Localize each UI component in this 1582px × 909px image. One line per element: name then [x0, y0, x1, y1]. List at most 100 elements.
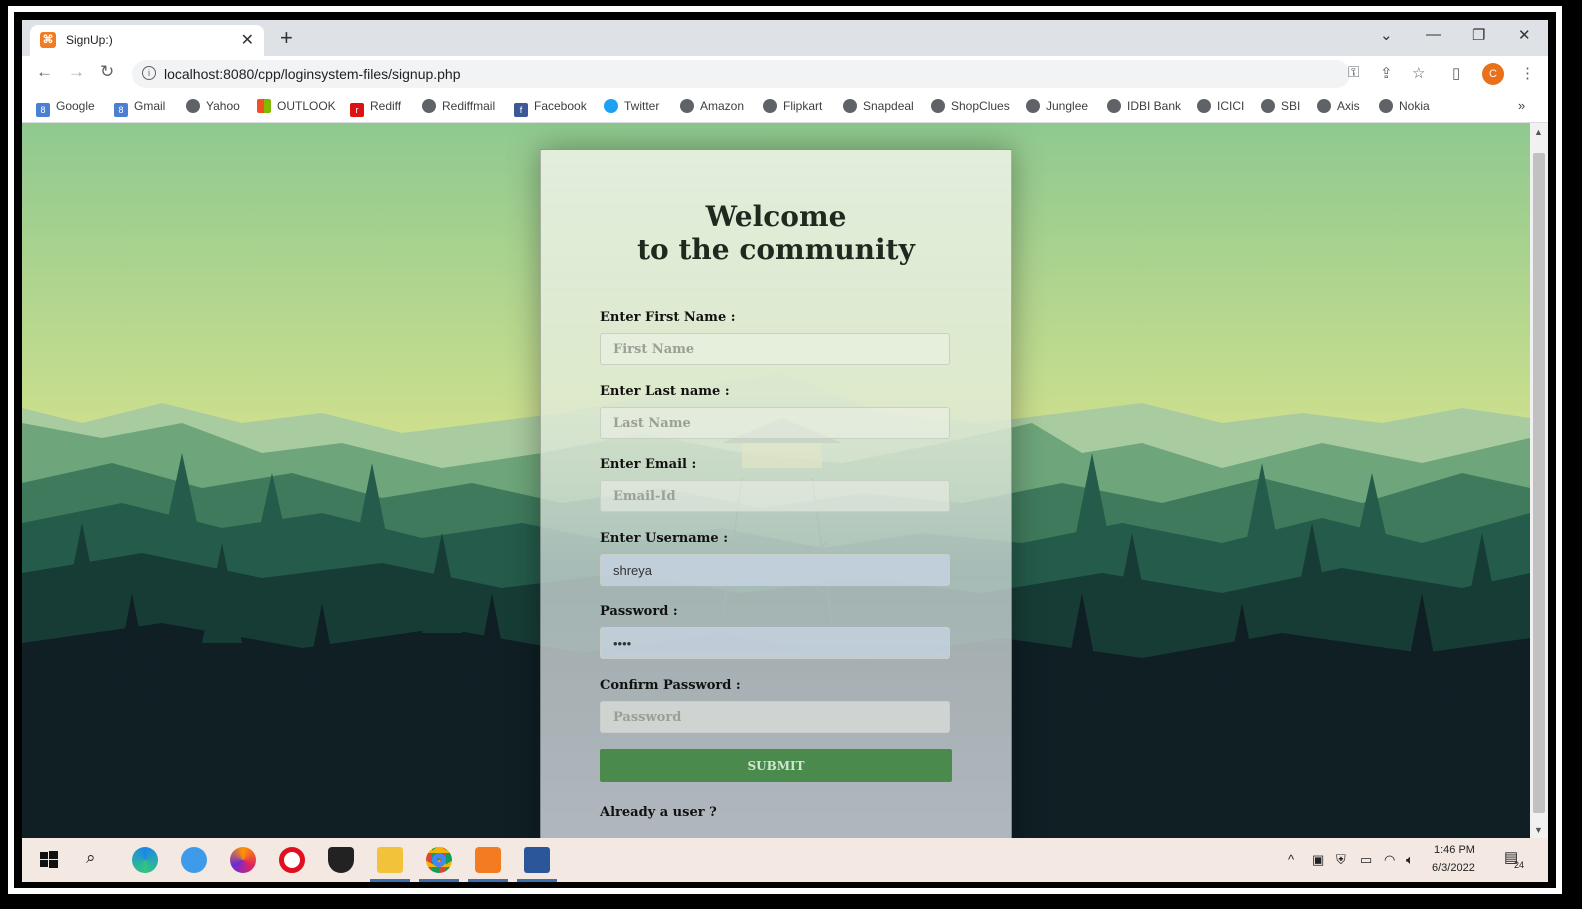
reload-icon[interactable]: ↻: [100, 62, 114, 82]
already-user-link[interactable]: Already a user ?: [600, 805, 717, 820]
globe-icon: [931, 99, 945, 113]
password-input[interactable]: [600, 627, 950, 659]
globe-icon: [1379, 99, 1393, 113]
scroll-up-icon[interactable]: ▲: [1534, 127, 1543, 137]
menu-icon[interactable]: ⋮: [1520, 64, 1535, 82]
bookmark-facebook[interactable]: f Facebook: [514, 99, 587, 117]
first-name-label: Enter First Name :: [600, 310, 736, 325]
xampp-icon[interactable]: [475, 847, 501, 873]
site-info-icon[interactable]: i: [142, 66, 156, 80]
bookmark-amazon[interactable]: Amazon: [680, 99, 744, 113]
show-hidden-icons-icon[interactable]: ^: [1288, 852, 1294, 867]
clock-time[interactable]: 1:46 PM: [1434, 844, 1475, 856]
search-icon[interactable]: ⌕: [86, 848, 96, 868]
bookmark-google[interactable]: 8 Google: [36, 99, 95, 117]
scroll-down-icon[interactable]: ▼: [1534, 825, 1543, 835]
bookmark-junglee[interactable]: Junglee: [1026, 99, 1088, 113]
bookmark-twitter[interactable]: Twitter: [604, 99, 659, 113]
google-icon: 8: [36, 103, 50, 117]
bookmark-outlook[interactable]: OUTLOOK: [257, 99, 336, 113]
forward-icon[interactable]: →: [68, 62, 85, 82]
key-icon[interactable]: ⚿: [1348, 64, 1359, 81]
email-label: Enter Email :: [600, 457, 697, 472]
bookmark-gmail[interactable]: 8 Gmail: [114, 99, 165, 117]
profile-avatar[interactable]: C: [1482, 63, 1504, 85]
confirm-password-input[interactable]: [600, 701, 950, 733]
microsoft-icon: [257, 99, 271, 113]
globe-icon: [1317, 99, 1331, 113]
browser-window: ⌘ SignUp:) ✕ + ⌄ — ❐ ✕ ← → ↻ i localhost…: [22, 20, 1548, 882]
globe-icon: [422, 99, 436, 113]
tab-search-chevron-icon[interactable]: ⌄: [1380, 26, 1393, 44]
xampp-icon: ⌘: [40, 32, 56, 48]
wifi-icon[interactable]: ◠: [1384, 852, 1395, 868]
clock-date[interactable]: 6/3/2022: [1432, 862, 1475, 874]
chrome-icon[interactable]: [426, 847, 452, 873]
notification-count-badge: 24: [1514, 860, 1525, 870]
firefox-icon[interactable]: [230, 847, 256, 873]
edge-icon[interactable]: [132, 847, 158, 873]
username-input[interactable]: [600, 554, 950, 586]
bookmark-icici[interactable]: ICICI: [1197, 99, 1244, 113]
internet-explorer-icon[interactable]: [181, 847, 207, 873]
globe-icon: [763, 99, 777, 113]
bookmark-rediffmail[interactable]: Rediffmail: [422, 99, 495, 113]
browser-toolbar: ← → ↻ i localhost:8080/cpp/loginsystem-f…: [22, 56, 1548, 92]
bookmark-axis[interactable]: Axis: [1317, 99, 1360, 113]
globe-icon: [1197, 99, 1211, 113]
back-icon[interactable]: ←: [36, 62, 53, 82]
gmail-icon: 8: [114, 103, 128, 117]
battery-icon[interactable]: ▭: [1360, 852, 1372, 868]
globe-icon: [1107, 99, 1121, 113]
network-adapter-icon[interactable]: ▣: [1312, 852, 1324, 868]
first-name-input[interactable]: [600, 333, 950, 365]
bookmark-flipkart[interactable]: Flipkart: [763, 99, 822, 113]
last-name-input[interactable]: [600, 407, 950, 439]
signup-card: Welcome to the community Enter First Nam…: [540, 149, 1012, 838]
bookmark-sbi[interactable]: SBI: [1261, 99, 1300, 113]
bookmark-yahoo[interactable]: Yahoo: [186, 99, 240, 113]
minimize-icon[interactable]: —: [1426, 26, 1441, 43]
email-input[interactable]: [600, 480, 950, 512]
share-icon[interactable]: ⇪: [1380, 64, 1393, 82]
scroll-thumb[interactable]: [1533, 153, 1545, 813]
active-tab[interactable]: ⌘ SignUp:) ✕: [30, 25, 264, 56]
address-bar[interactable]: i localhost:8080/cpp/loginsystem-files/s…: [132, 60, 1350, 88]
volume-icon[interactable]: 🔈︎: [1406, 852, 1414, 868]
new-tab-icon[interactable]: +: [280, 25, 293, 51]
more-bookmarks-icon[interactable]: »: [1518, 98, 1525, 113]
password-label: Password :: [600, 604, 678, 619]
file-explorer-icon[interactable]: [377, 847, 403, 873]
restore-icon[interactable]: ❐: [1472, 26, 1485, 44]
bookmark-rediff[interactable]: r Rediff: [350, 99, 401, 117]
close-window-icon[interactable]: ✕: [1518, 26, 1531, 44]
globe-icon: [1026, 99, 1040, 113]
bookmark-nokia[interactable]: Nokia: [1379, 99, 1430, 113]
submit-button[interactable]: SUBMIT: [600, 749, 952, 782]
opera-icon[interactable]: [279, 847, 305, 873]
windows-taskbar: ⌕ ^ ▣ ⛨ ▭ ◠ 🔈︎ 1:46 PM 6/3/2022 ▤ 24: [22, 838, 1548, 882]
bookmark-snapdeal[interactable]: Snapdeal: [843, 99, 914, 113]
close-tab-icon[interactable]: ✕: [241, 30, 254, 50]
globe-icon: [843, 99, 857, 113]
confirm-password-label: Confirm Password :: [600, 678, 741, 693]
side-panel-icon[interactable]: ▯: [1452, 64, 1460, 82]
bookmark-idbi-bank[interactable]: IDBI Bank: [1107, 99, 1181, 113]
bookmark-shopclues[interactable]: ShopClues: [931, 99, 1010, 113]
tab-strip: ⌘ SignUp:) ✕ + ⌄ — ❐ ✕: [22, 20, 1548, 56]
facebook-icon: f: [514, 103, 528, 117]
word-icon[interactable]: [524, 847, 550, 873]
star-icon[interactable]: ☆: [1412, 64, 1425, 82]
globe-icon: [680, 99, 694, 113]
chrome-running-indicator: [419, 879, 459, 882]
word-running-indicator: [517, 879, 557, 882]
defender-icon[interactable]: ⛨: [1336, 852, 1346, 868]
security-shield-icon[interactable]: [328, 847, 354, 873]
url-text[interactable]: localhost:8080/cpp/loginsystem-files/sig…: [164, 66, 461, 82]
username-label: Enter Username :: [600, 531, 729, 546]
windows-start-icon[interactable]: [36, 847, 62, 873]
xampp-running-indicator: [468, 879, 508, 882]
page-content: Welcome to the community Enter First Nam…: [22, 123, 1530, 838]
globe-icon: [1261, 99, 1275, 113]
page-scrollbar[interactable]: ▲ ▼: [1530, 123, 1548, 838]
